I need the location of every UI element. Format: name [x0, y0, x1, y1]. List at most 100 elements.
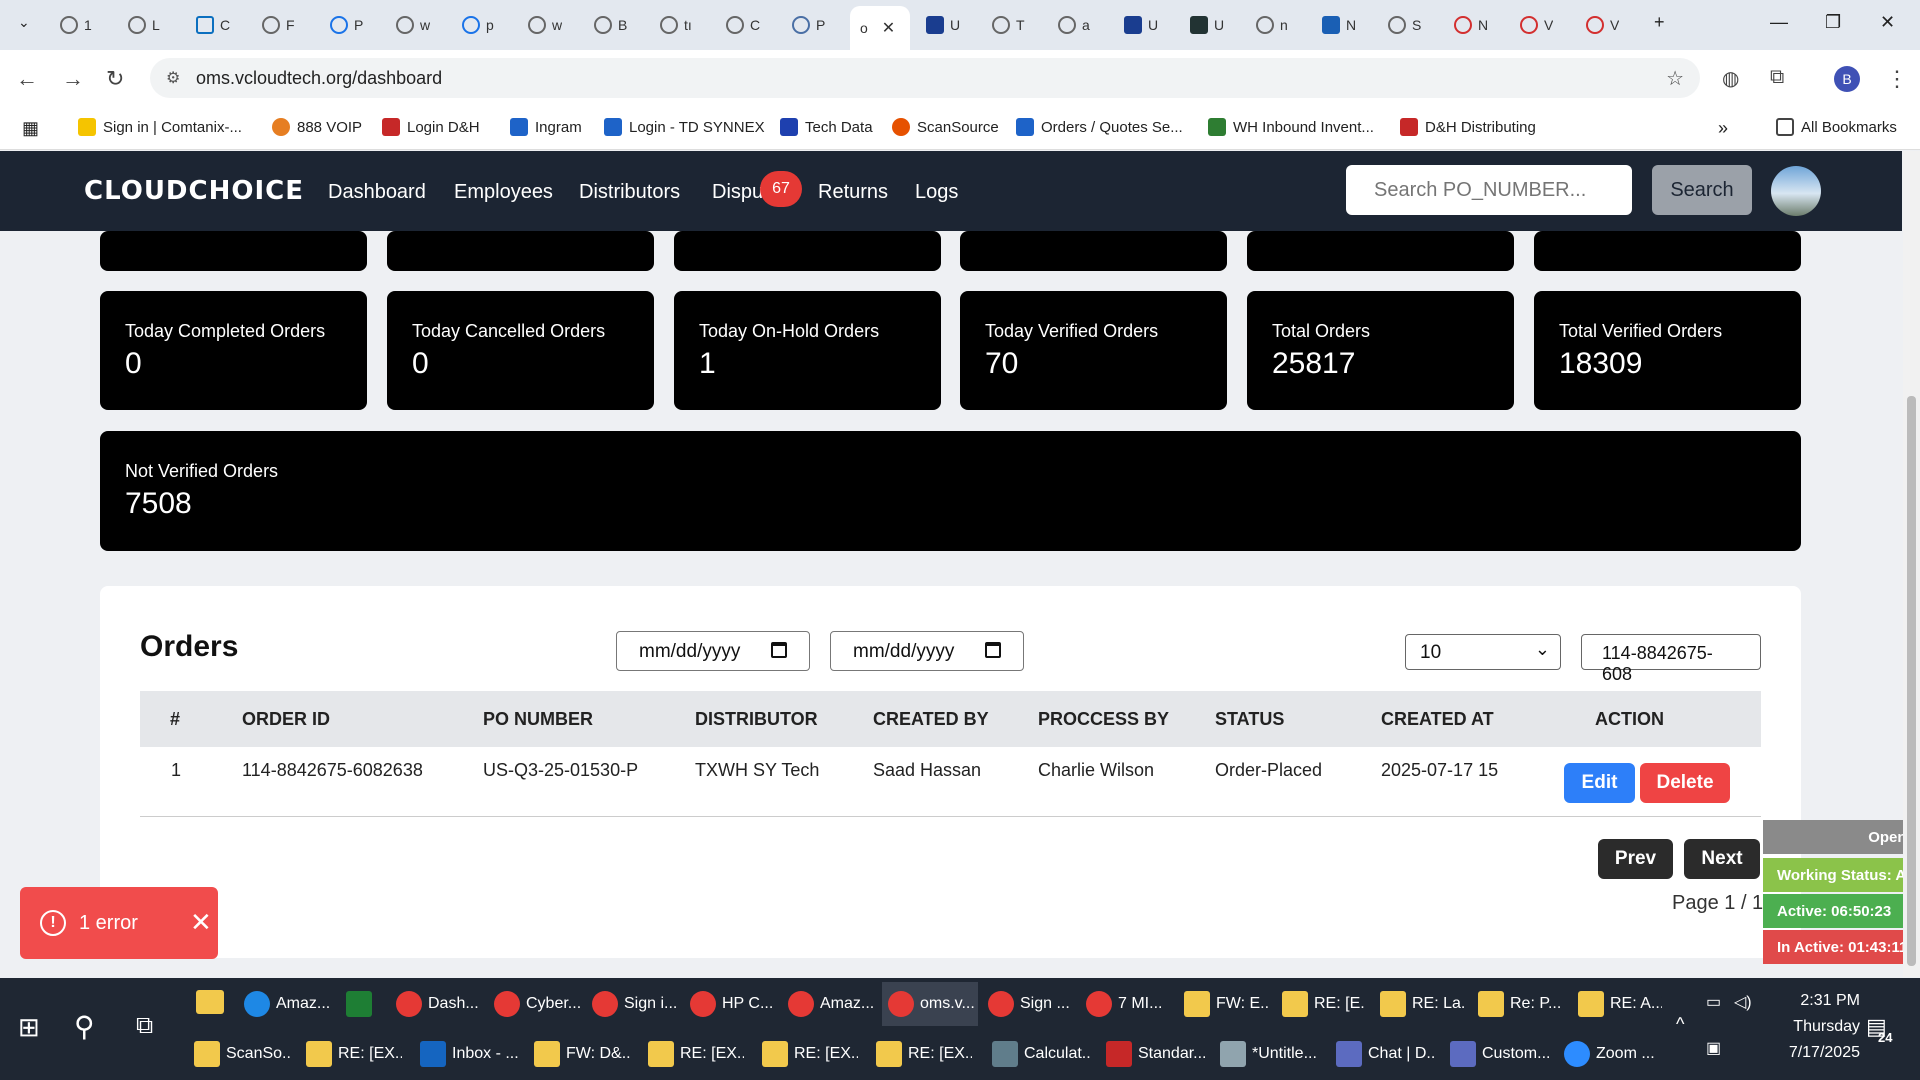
taskbar-item-active[interactable]: oms.v... [882, 982, 978, 1026]
taskbar-item[interactable]: RE: La... [1380, 982, 1464, 1026]
taskbar-item[interactable]: RE: A... [1578, 982, 1662, 1026]
browser-tab[interactable]: C [726, 10, 760, 40]
page-scrollbar[interactable] [1903, 151, 1920, 977]
taskbar-item[interactable]: Custom... [1450, 1032, 1550, 1076]
nav-dashboard[interactable]: Dashboard [328, 181, 426, 204]
browser-tab[interactable]: C [196, 10, 230, 40]
date-from-input[interactable]: mm/dd/yyyy [616, 631, 810, 671]
taskbar-item[interactable]: Re: P... [1478, 982, 1562, 1026]
bookmark-item[interactable]: Ingram [510, 118, 582, 136]
restore-icon[interactable]: ❐ [1825, 12, 1841, 33]
bookmark-item[interactable]: ScanSource [892, 118, 999, 136]
minimize-icon[interactable]: — [1770, 12, 1788, 33]
forward-icon[interactable]: → [62, 66, 84, 92]
browser-tab[interactable]: a [1058, 10, 1090, 40]
page-size-select[interactable]: 10 ⌄ [1405, 634, 1561, 670]
taskbar-item[interactable]: Cyber... [494, 982, 580, 1026]
browser-tab[interactable]: tı [660, 10, 692, 40]
open-panel-tab[interactable]: Open A [1763, 820, 1920, 854]
order-filter-input[interactable]: 114-8842675-608 [1581, 634, 1761, 684]
all-bookmarks[interactable]: All Bookmarks [1776, 118, 1897, 136]
close-tab-icon[interactable]: ✕ [882, 18, 895, 38]
taskbar-item[interactable]: HP C... [690, 982, 776, 1026]
next-button[interactable]: Next [1684, 839, 1760, 879]
taskbar-item[interactable]: Inbox - ... [420, 1032, 520, 1076]
taskbar-item[interactable]: Sign ... [988, 982, 1074, 1026]
volume-icon[interactable]: ◁) [1734, 992, 1752, 1012]
extensions-icon[interactable]: ⧉ [1770, 66, 1784, 89]
browser-tab[interactable]: w [396, 10, 430, 40]
browser-tab[interactable]: 1 [60, 10, 92, 40]
file-explorer-icon[interactable] [196, 990, 224, 1014]
network-icon[interactable]: ▣ [1706, 1038, 1721, 1058]
browser-tab[interactable]: P [330, 10, 363, 40]
tab-search-icon[interactable]: ⌄ [18, 14, 30, 31]
chevron-up-icon[interactable]: ^ [1676, 1014, 1684, 1035]
nav-distributors[interactable]: Distributors [579, 181, 680, 204]
more-bookmarks-icon[interactable]: » [1718, 118, 1728, 139]
task-view-icon[interactable]: ⧉ [136, 1012, 153, 1040]
prev-button[interactable]: Prev [1598, 839, 1673, 879]
browser-tab[interactable]: n [1256, 10, 1288, 40]
bookmark-item[interactable]: 888 VOIP [272, 118, 362, 136]
taskbar-item[interactable]: Zoom ... [1564, 1032, 1664, 1076]
calendar-icon[interactable] [985, 642, 1001, 658]
taskbar-item[interactable] [346, 982, 386, 1026]
taskbar-item[interactable]: FW: D&... [534, 1032, 630, 1076]
taskbar-item[interactable]: RE: [EX... [762, 1032, 858, 1076]
taskbar-item[interactable]: Calculat... [992, 1032, 1092, 1076]
browser-tab[interactable]: T [992, 10, 1025, 40]
browser-tab[interactable]: w [528, 10, 562, 40]
profile-avatar[interactable]: B [1834, 66, 1860, 92]
battery-icon[interactable]: ▭ [1706, 992, 1721, 1012]
bookmark-item[interactable]: WH Inbound Invent... [1208, 118, 1374, 136]
taskbar-item[interactable]: Amaz... [244, 982, 330, 1026]
close-icon[interactable]: ✕ [190, 907, 212, 938]
bookmark-star-icon[interactable]: ☆ [1666, 66, 1684, 91]
nav-logs[interactable]: Logs [915, 181, 958, 204]
address-bar[interactable]: ⚙ oms.vcloudtech.org/dashboard ☆ [150, 58, 1700, 98]
browser-tab[interactable]: V [1520, 10, 1553, 40]
browser-tab[interactable]: F [262, 10, 295, 40]
browser-tab[interactable]: S [1388, 10, 1421, 40]
user-avatar[interactable] [1771, 166, 1821, 216]
nav-employees[interactable]: Employees [454, 181, 553, 204]
taskbar-item[interactable]: *Untitle... [1220, 1032, 1320, 1076]
taskbar-item[interactable]: Sign i... [592, 982, 678, 1026]
edit-button[interactable]: Edit [1564, 763, 1635, 803]
browser-tab[interactable]: L [128, 10, 160, 40]
taskbar-item[interactable]: Amaz... [788, 982, 874, 1026]
clock-time[interactable]: 2:31 PM [1760, 992, 1860, 1010]
taskbar-item[interactable]: 7 MI... [1086, 982, 1166, 1026]
date-to-input[interactable]: mm/dd/yyyy [830, 631, 1024, 671]
browser-tab[interactable]: N [1454, 10, 1488, 40]
taskbar-item[interactable]: Dash... [396, 982, 480, 1026]
calendar-icon[interactable] [771, 642, 787, 658]
bookmark-item[interactable]: Login - TD SYNNEX [604, 118, 765, 136]
taskbar-item[interactable]: RE: [EX... [876, 1032, 972, 1076]
apps-grid-icon[interactable]: ▦ [22, 118, 39, 139]
taskbar-item[interactable]: RE: [EX... [306, 1032, 402, 1076]
po-search-input[interactable] [1346, 165, 1632, 215]
nav-returns[interactable]: Returns [818, 181, 888, 204]
browser-tab-active[interactable]: o ✕ [850, 6, 910, 50]
bookmark-item[interactable]: D&H Distributing [1400, 118, 1536, 136]
back-icon[interactable]: ← [16, 66, 38, 92]
search-button[interactable]: Search [1652, 165, 1752, 215]
bookmark-item[interactable]: Tech Data [780, 118, 873, 136]
browser-tab[interactable]: U [1124, 10, 1158, 40]
menu-icon[interactable]: ⋮ [1886, 66, 1908, 92]
bookmark-item[interactable]: Orders / Quotes Se... [1016, 118, 1183, 136]
taskbar-item[interactable]: ScanSo... [194, 1032, 290, 1076]
browser-tab[interactable]: B [594, 10, 627, 40]
error-toast[interactable]: ! 1 error ✕ [20, 887, 218, 959]
bookmark-item[interactable]: Login D&H [382, 118, 480, 136]
taskbar-item[interactable]: Standar... [1106, 1032, 1206, 1076]
taskbar-item[interactable]: Chat | D... [1336, 1032, 1436, 1076]
browser-tab[interactable]: U [1190, 10, 1224, 40]
browser-tab[interactable]: V [1586, 10, 1619, 40]
bookmark-item[interactable]: Sign in | Comtanix-... [78, 118, 242, 136]
taskbar-item[interactable]: RE: [E... [1282, 982, 1366, 1026]
browser-tab[interactable]: p [462, 10, 494, 40]
reload-icon[interactable]: ↻ [106, 66, 124, 92]
